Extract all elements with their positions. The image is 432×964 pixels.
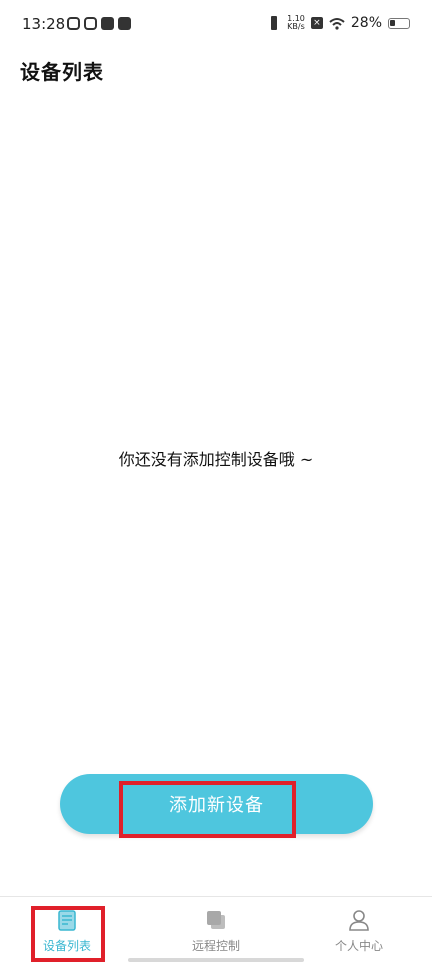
battery-percent: 28% xyxy=(350,15,382,31)
remote-control-icon xyxy=(207,911,225,929)
battery-icon xyxy=(388,17,410,29)
profile-icon xyxy=(349,910,369,931)
status-indicators: 1.10 KB/s × 28% xyxy=(267,15,410,31)
annotation-box-nav-device-list xyxy=(31,906,105,962)
status-bar: 13:28 1.10 KB/s × 28% xyxy=(0,0,432,52)
page-title: 设备列表 xyxy=(20,60,104,84)
vibrate-icon xyxy=(267,16,281,30)
annotation-box-add-button xyxy=(119,781,296,838)
nav-label-remote-control: 远程控制 xyxy=(191,939,240,953)
nav-label-profile: 个人中心 xyxy=(334,939,383,953)
nav-item-profile[interactable]: 个人中心 xyxy=(299,909,419,954)
link-app-icon xyxy=(84,17,97,30)
network-speed: 1.10 KB/s xyxy=(287,14,305,31)
notification-icons xyxy=(67,17,131,30)
status-time: 13:28 xyxy=(22,15,66,33)
mail-app-icon xyxy=(118,17,131,30)
empty-state-message: 你还没有添加控制设备哦 ~ xyxy=(118,450,314,469)
nav-item-remote-control[interactable]: 远程控制 xyxy=(156,909,276,954)
no-sim-icon: × xyxy=(310,17,323,29)
home-indicator xyxy=(128,958,304,962)
app-notification-icon xyxy=(67,17,80,30)
wifi-icon xyxy=(329,17,345,30)
tiktok-icon xyxy=(101,17,114,30)
